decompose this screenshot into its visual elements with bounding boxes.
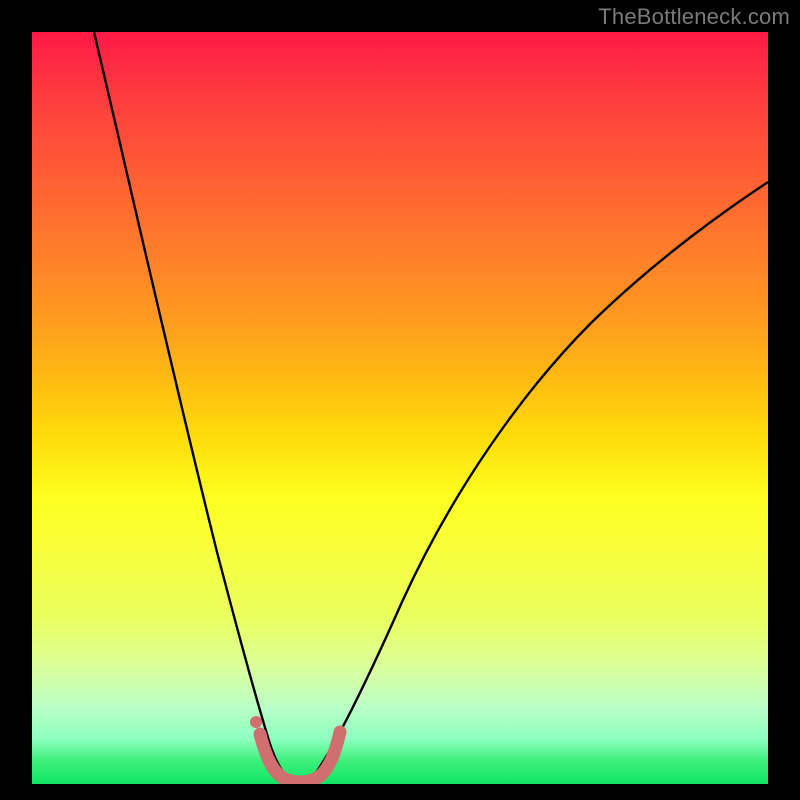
curve-left-branch [94, 32, 288, 778]
optimal-range-dot [250, 716, 262, 728]
bottleneck-curve [32, 32, 768, 784]
watermark-text: TheBottleneck.com [598, 4, 790, 30]
plot-area [32, 32, 768, 784]
curve-right-branch [312, 182, 768, 778]
chart-frame: TheBottleneck.com [0, 0, 800, 800]
optimal-range-marker [260, 732, 340, 782]
